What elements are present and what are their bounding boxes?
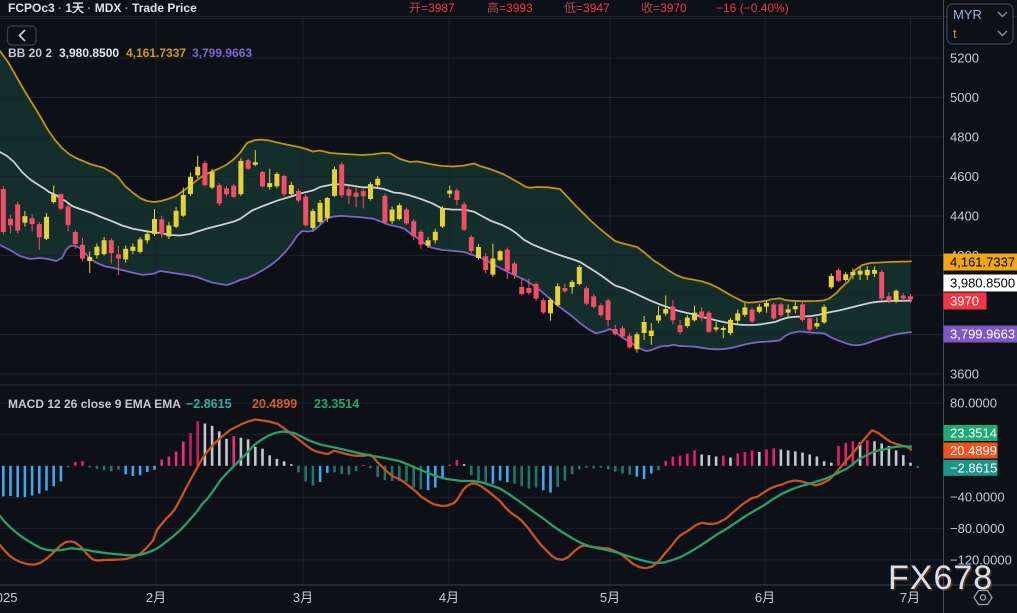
svg-text:5200: 5200 [950, 51, 979, 66]
svg-text:3,980.8500: 3,980.8500 [59, 46, 119, 60]
svg-text:BB 20 2: BB 20 2 [8, 46, 52, 60]
svg-text:−80.0000: −80.0000 [950, 521, 1005, 536]
svg-text:23.3514: 23.3514 [950, 426, 997, 441]
svg-text:MACD 12 26 close 9 EMA EMA: MACD 12 26 close 9 EMA EMA [8, 397, 181, 411]
svg-text:23.3514: 23.3514 [314, 397, 359, 411]
svg-text:3月: 3月 [293, 590, 313, 605]
svg-text:2月: 2月 [146, 590, 166, 605]
svg-text:FCPOc3 · 1天 · MDX · Trade Pric: FCPOc3 · 1天 · MDX · Trade Price [8, 1, 197, 15]
svg-text:−2.8615: −2.8615 [950, 460, 997, 475]
svg-text:3,799.9663: 3,799.9663 [192, 46, 252, 60]
svg-text:−2.8615: −2.8615 [186, 397, 232, 411]
svg-text:20.4899: 20.4899 [950, 443, 997, 458]
svg-text:3,799.9663: 3,799.9663 [950, 327, 1015, 342]
svg-text:2025: 2025 [0, 590, 17, 605]
svg-text:−40.0000: −40.0000 [950, 490, 1005, 505]
svg-text:4,161.7337: 4,161.7337 [126, 46, 186, 60]
svg-text:4月: 4月 [439, 590, 459, 605]
svg-text:80.0000: 80.0000 [950, 396, 997, 411]
svg-text:收=3970: 收=3970 [641, 1, 687, 15]
svg-text:20.4899: 20.4899 [252, 397, 297, 411]
svg-text:3600: 3600 [950, 367, 979, 382]
svg-text:高=3993: 高=3993 [487, 0, 533, 15]
svg-text:低=3947: 低=3947 [564, 1, 610, 15]
svg-text:7月: 7月 [900, 590, 920, 605]
svg-text:−16 (−0.40%): −16 (−0.40%) [716, 1, 789, 15]
svg-text:−120.0000: −120.0000 [950, 552, 1012, 567]
svg-text:3970: 3970 [950, 294, 979, 309]
svg-text:4,161.7337: 4,161.7337 [950, 255, 1015, 270]
svg-text:6月: 6月 [755, 590, 775, 605]
svg-text:4400: 4400 [950, 209, 979, 224]
svg-text:MYR: MYR [953, 7, 982, 22]
svg-text:开=3987: 开=3987 [409, 1, 455, 15]
svg-text:3,980.8500: 3,980.8500 [950, 276, 1015, 291]
svg-text:4800: 4800 [950, 130, 979, 145]
svg-text:5月: 5月 [600, 590, 620, 605]
svg-text:4600: 4600 [950, 169, 979, 184]
svg-text:t: t [953, 26, 957, 41]
svg-text:5000: 5000 [950, 90, 979, 105]
